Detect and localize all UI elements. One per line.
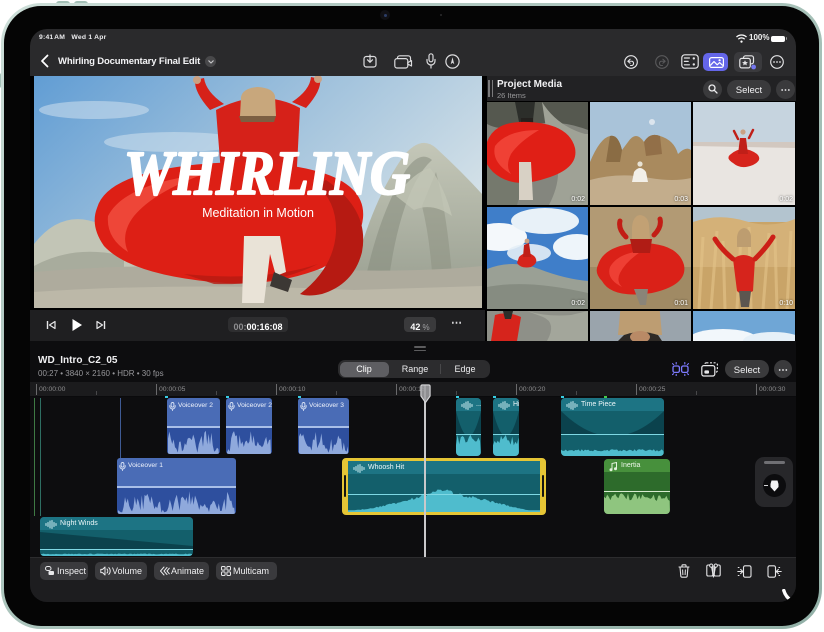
svg-text:WHIRLING: WHIRLING: [124, 140, 410, 208]
svg-text:Meditation in Motion: Meditation in Motion: [202, 206, 314, 220]
